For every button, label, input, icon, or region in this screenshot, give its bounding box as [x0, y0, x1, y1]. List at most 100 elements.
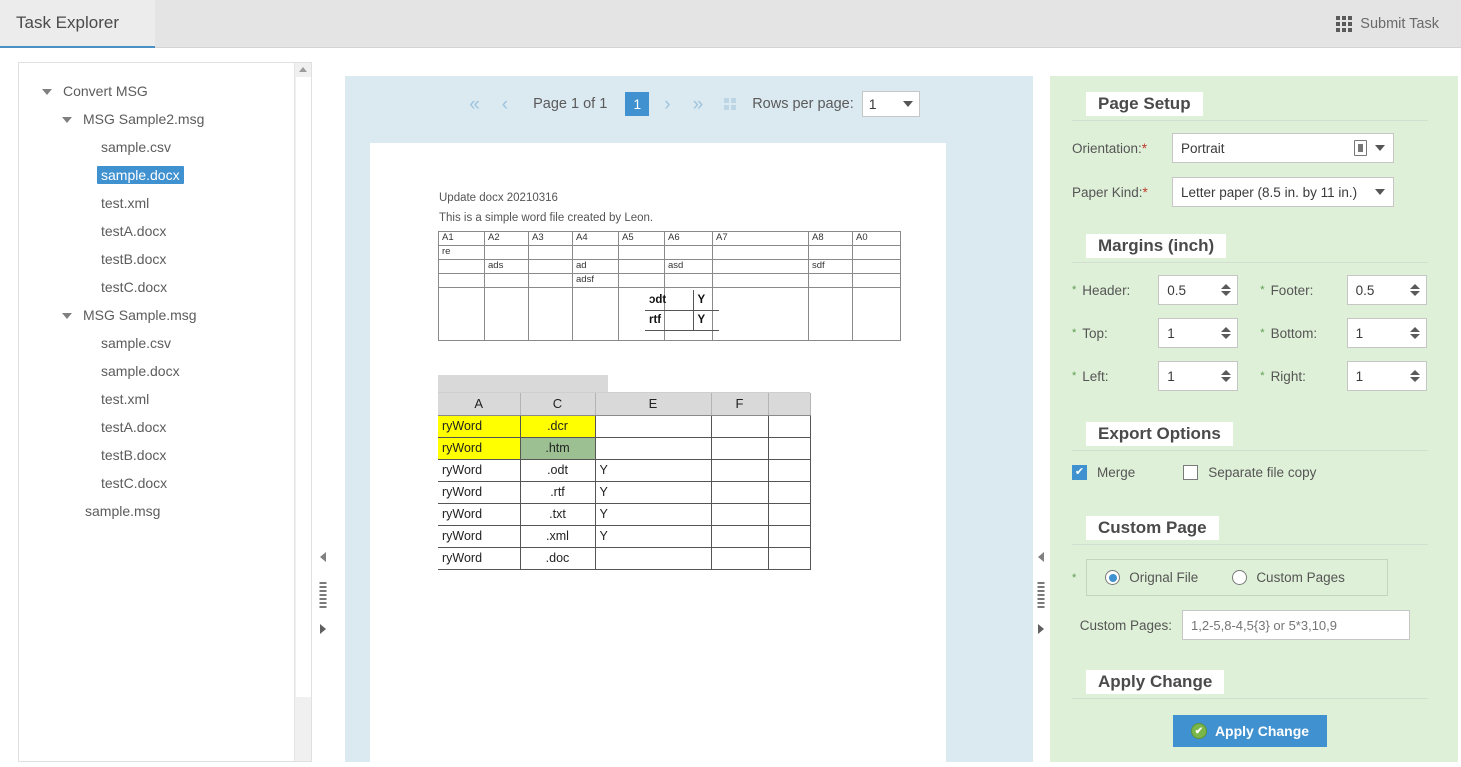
tree-item[interactable]: sample.csv [19, 329, 311, 357]
scrollbar-thumb[interactable] [296, 77, 311, 697]
spreadsheet-row: ryWord .htm [438, 437, 811, 460]
submit-task-button[interactable]: Submit Task [1336, 10, 1439, 38]
chevron-down-icon[interactable] [61, 309, 73, 321]
next-page-button[interactable]: › [653, 95, 681, 114]
expand-right-icon[interactable] [1038, 624, 1044, 634]
table-cell [438, 273, 485, 288]
spreadsheet-cell: Y [595, 459, 712, 482]
scroll-up-arrow-icon[interactable] [299, 67, 307, 72]
original-file-label: Orignal File [1129, 570, 1199, 585]
original-file-radio[interactable] [1105, 570, 1121, 585]
spreadsheet-column-header: F [711, 393, 769, 416]
table-cell: rtf [645, 310, 694, 331]
table-cell [618, 259, 665, 274]
tree-item[interactable]: testA.docx [19, 413, 311, 441]
left-margin-input[interactable]: 1 [1158, 361, 1239, 391]
spreadsheet-column-header: A [438, 393, 521, 416]
spinner-arrows-icon[interactable] [1409, 284, 1420, 296]
table-cell [528, 287, 573, 341]
tree-item[interactable]: testC.docx [19, 469, 311, 497]
apply-change-button[interactable]: ✔ Apply Change [1172, 715, 1328, 747]
spreadsheet-cell [768, 525, 811, 548]
right-margin-input[interactable]: 1 [1346, 361, 1427, 391]
first-page-button[interactable]: « [458, 95, 491, 114]
spreadsheet-cell [711, 503, 769, 526]
spinner-arrows-icon[interactable] [1221, 284, 1232, 296]
spreadsheet-column-header [768, 393, 811, 416]
table-cell: adsf [572, 273, 619, 288]
splitter-grip-icon[interactable] [1037, 582, 1045, 608]
left-splitter[interactable] [316, 62, 330, 762]
required-marker: * [1260, 327, 1265, 339]
custom-pages-radio-label: Custom Pages [1256, 570, 1345, 585]
margins-title: Margins (inch) [1086, 234, 1227, 258]
required-marker: * [1072, 327, 1077, 339]
tree-item[interactable]: test.xml [19, 385, 311, 413]
separate-file-copy-checkbox[interactable] [1183, 465, 1199, 480]
submit-task-label: Submit Task [1360, 16, 1439, 32]
table-cell [618, 245, 665, 260]
page-number-button[interactable]: 1 [625, 92, 650, 116]
page-source-radio-group: Orignal File Custom Pages [1086, 559, 1389, 596]
splitter-grip-icon[interactable] [319, 582, 327, 608]
original-file-radio-option[interactable]: Orignal File [1105, 570, 1198, 585]
top-margin-input[interactable]: 1 [1158, 318, 1239, 348]
grid-4-icon[interactable] [724, 98, 737, 110]
table-row: ɔdt Y [645, 290, 719, 311]
tree-item[interactable]: sample.msg [19, 497, 311, 525]
tree-item-label: testB.docx [101, 447, 167, 463]
merge-checkbox[interactable] [1072, 465, 1087, 480]
table-cell [712, 287, 809, 341]
table-header-cell: A8 [808, 231, 853, 246]
rows-per-page-select[interactable]: 1 [861, 91, 920, 117]
tree-item[interactable]: testC.docx [19, 273, 311, 301]
tree-item[interactable]: sample.csv [19, 133, 311, 161]
custom-pages-input[interactable] [1182, 610, 1410, 640]
spreadsheet-row: ryWord .doc [438, 547, 811, 570]
tree-item[interactable]: sample.docx [19, 357, 311, 385]
bottom-margin-input[interactable]: 1 [1346, 318, 1427, 348]
tree-item[interactable]: testB.docx [19, 441, 311, 469]
tree-item[interactable]: testA.docx [19, 217, 311, 245]
spreadsheet-image: ACEF ryWord .dcr ryWord .htm ryWord .odt YryWo… [438, 375, 811, 570]
spinner-arrows-icon[interactable] [1409, 370, 1420, 382]
spinner-arrows-icon[interactable] [1221, 327, 1232, 339]
required-marker: * [1072, 571, 1077, 584]
section-divider [1072, 698, 1428, 699]
custom-pages-radio[interactable] [1232, 570, 1248, 585]
spinner-arrows-icon[interactable] [1409, 327, 1420, 339]
tree-item[interactable]: Convert MSG [19, 77, 311, 105]
chevron-down-icon[interactable] [41, 85, 53, 97]
table-cell [808, 287, 853, 341]
tree-item[interactable]: MSG Sample2.msg [19, 105, 311, 133]
tree-item[interactable]: sample.docx [19, 161, 311, 189]
sidebar-scrollbar[interactable] [294, 63, 311, 761]
orientation-select[interactable]: Portrait [1172, 133, 1394, 163]
table-cell [572, 245, 619, 260]
table-header-cell: A1 [438, 231, 485, 246]
collapse-left-icon[interactable] [320, 552, 326, 562]
custom-pages-radio-option[interactable]: Custom Pages [1232, 570, 1345, 585]
footer-margin-input[interactable]: 0.5 [1346, 275, 1427, 305]
spreadsheet-cell [595, 547, 712, 570]
header-margin-input[interactable]: 0.5 [1158, 275, 1239, 305]
table-cell [484, 245, 529, 260]
tree-item[interactable]: testB.docx [19, 245, 311, 273]
table-cell [618, 273, 665, 288]
left-margin-label: Left: [1082, 368, 1109, 384]
spinner-arrows-icon[interactable] [1221, 370, 1232, 382]
tree-item[interactable]: test.xml [19, 189, 311, 217]
chevron-down-icon[interactable] [61, 113, 73, 125]
last-page-button[interactable]: » [682, 95, 715, 114]
collapse-right-icon[interactable] [1038, 552, 1044, 562]
table-cell [712, 273, 809, 288]
expand-left-icon[interactable] [320, 624, 326, 634]
spreadsheet-row: ryWord .txt Y [438, 503, 811, 526]
paper-kind-select[interactable]: Letter paper (8.5 in. by 11 in.) [1172, 177, 1394, 207]
custom-pages-field-label: Custom Pages: [1079, 617, 1172, 633]
chevron-down-icon [1375, 189, 1385, 195]
tree-item[interactable]: MSG Sample.msg [19, 301, 311, 329]
right-splitter[interactable] [1034, 62, 1048, 762]
document-page: Update docx 20210316 This is a simple wo… [370, 143, 946, 762]
previous-page-button[interactable]: ‹ [491, 95, 519, 114]
